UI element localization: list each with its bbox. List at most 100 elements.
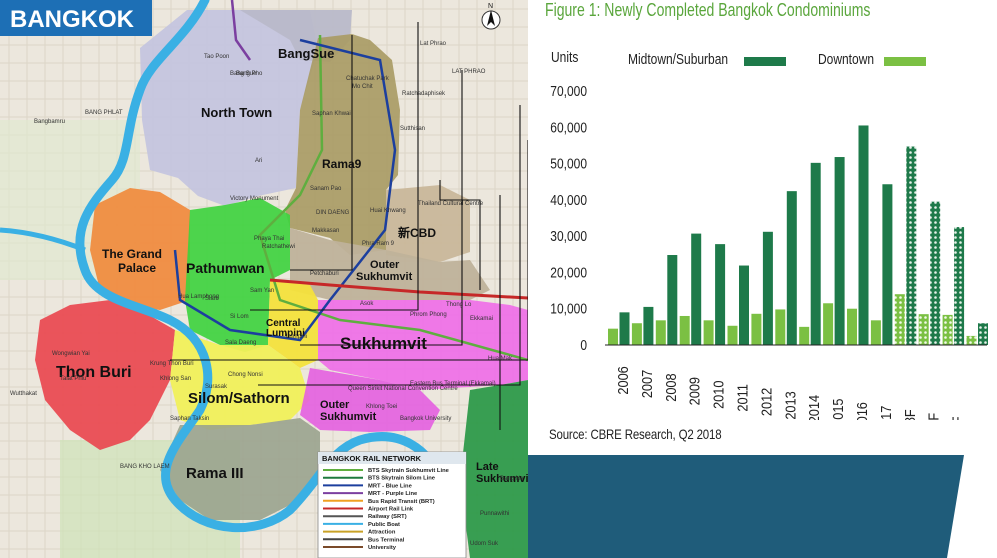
label-rama9: Rama9 xyxy=(322,157,362,171)
bangkok-district-map: BANGKOK BangSue North Town Rama9 新CBD Th… xyxy=(0,0,528,558)
map-place-label: Lumpini xyxy=(286,334,307,340)
bar-midtown-2013 xyxy=(786,191,797,345)
label-outer-sukhumvit-south-line: Outer xyxy=(320,399,350,411)
map-place-label: Krung Thon Buri xyxy=(150,361,194,367)
map-place-label: Talat Phlu xyxy=(60,376,86,382)
bar-downtown-2020F xyxy=(942,314,953,345)
y-tick-label: 30,000 xyxy=(550,228,587,245)
label-sukhumvit: Sukhumvit xyxy=(340,334,427,353)
rail-legend: BANGKOK RAIL NETWORK BTS Skytrain Sukhum… xyxy=(317,451,467,558)
label-outer-sukhumvit-north-line: Outer xyxy=(370,259,400,271)
bar-downtown-2013 xyxy=(775,309,786,345)
map-place-label: Thong Lo xyxy=(446,302,472,308)
rail-legend-item: Bus Terminal xyxy=(368,537,405,543)
map-place-label: Mo Chit xyxy=(352,84,373,90)
bar-downtown-2006 xyxy=(608,328,618,345)
bar-midtown-2007 xyxy=(643,306,654,345)
map-place-label: Sanam Pao xyxy=(310,186,342,192)
map-title: BANGKOK xyxy=(10,6,135,33)
map-place-label: Wongwian Yai xyxy=(52,351,90,357)
rail-legend-item: Airport Rail Link xyxy=(368,507,414,513)
y-tick-label: 0 xyxy=(580,337,587,354)
x-tick-label: 2008 xyxy=(662,373,679,402)
bar-midtown-2008 xyxy=(667,255,678,345)
map-place-label: Bangkok University xyxy=(400,416,451,422)
x-tick-label: 2016 xyxy=(853,402,870,420)
map-place-label: Saphan Khwai xyxy=(312,111,351,117)
bar-midtown-2016 xyxy=(858,125,869,345)
map-place-label: Petchaburi xyxy=(310,271,339,277)
map-place-label: Hua Lamphong xyxy=(178,294,219,300)
x-tick-label: 2013 xyxy=(781,391,798,420)
bar-downtown-2021F xyxy=(966,335,977,345)
bar-downtown-2015 xyxy=(823,303,834,345)
x-tick-label: 2007 xyxy=(638,370,655,399)
map-place-label: Ratchathewi xyxy=(262,244,295,250)
map-place-label: BANG KHO LAEM xyxy=(120,464,170,470)
map-place-label: DIN DAENG xyxy=(316,210,350,216)
label-grand-palace-text: The Grand xyxy=(102,247,162,261)
label-late-sukhumvit-line: Late xyxy=(476,461,499,473)
map-place-label: Eastern Bus Terminal (Ekkamai) xyxy=(410,381,496,387)
bar-downtown-2019F xyxy=(918,314,929,345)
bar-downtown-2008 xyxy=(655,320,666,345)
map-place-label: Bangbamru xyxy=(34,119,65,125)
label-outer-sukhumvit-north-line: Sukhumvit xyxy=(356,271,413,283)
x-tick-label: 2014 xyxy=(805,395,822,420)
map-place-label: LAT PHRAO xyxy=(452,69,486,75)
label-grand-palace-line2: Palace xyxy=(118,261,156,275)
bar-midtown-2015 xyxy=(834,157,845,345)
rail-legend-item: University xyxy=(368,545,397,551)
bar-midtown-2011 xyxy=(739,265,749,345)
y-tick-label: 60,000 xyxy=(550,119,587,136)
bar-midtown-2020F xyxy=(954,227,965,345)
bar-downtown-2007 xyxy=(631,323,642,345)
map-place-label: Ekkamai xyxy=(470,316,493,322)
map-place-label: Thailand Cultural Centre xyxy=(418,201,484,207)
bar-midtown-2018F xyxy=(906,146,917,345)
map-place-label: Makkasan xyxy=(312,228,339,234)
x-tick-label: 2018F xyxy=(901,409,918,420)
y-tick-label: 70,000 xyxy=(550,83,587,100)
rail-legend-item: MRT - Purple Line xyxy=(368,491,418,497)
bar-downtown-2016 xyxy=(847,308,857,345)
label-new-cbd: 新CBD xyxy=(398,225,436,240)
rail-legend-item: Railway (SRT) xyxy=(368,514,407,520)
map-place-label: Sala Daeng xyxy=(225,340,256,346)
bar-downtown-2014 xyxy=(799,326,810,345)
map-place-label: Bang Pho xyxy=(236,71,263,77)
map-place-label: Si Lom xyxy=(230,314,249,320)
map-place-label: Sam Yan xyxy=(250,288,274,294)
rail-legend-item: MRT - Blue Line xyxy=(368,483,413,489)
bar-downtown-2017 xyxy=(870,320,881,345)
map-place-label: Phrom Phong xyxy=(410,312,447,318)
map-place-label: Phaya Thai xyxy=(254,236,284,242)
north-label: N xyxy=(488,3,493,10)
y-tick-label: 20,000 xyxy=(550,264,587,281)
x-tick-label: 2009 xyxy=(686,377,703,406)
map-place-label: Tao Poon xyxy=(204,54,229,60)
label-bangsue: BangSue xyxy=(278,46,334,61)
map-place-label: Ratchadaphisek xyxy=(402,91,446,97)
x-tick-label: 2012 xyxy=(757,388,774,417)
rail-legend-title: BANGKOK RAIL NETWORK xyxy=(322,454,422,463)
label-pathumwan: Pathumwan xyxy=(186,260,265,276)
map-place-label: Asok xyxy=(360,301,374,307)
map-place-label: Phra Ram 9 xyxy=(362,241,395,247)
source-note: Source: CBRE Research, Q2 2018 xyxy=(549,426,722,442)
bar-midtown-2012 xyxy=(762,231,773,345)
map-place-label: Chatuchak Park xyxy=(346,76,390,82)
x-tick-label: 2010 xyxy=(710,380,727,409)
y-tick-label: 40,000 xyxy=(550,192,587,209)
bar-downtown-2011 xyxy=(727,325,738,345)
rail-legend-item: Bus Rapid Transit (BRT) xyxy=(368,499,435,505)
rail-legend-item: BTS Skytrain Silom Line xyxy=(368,476,436,482)
map-place-label: Lat Phrao xyxy=(420,41,447,47)
bar-chart: 0 10,000 20,000 30,000 40,000 50,000 60,000 70,… xyxy=(550,83,988,420)
map-place-label: Surasak xyxy=(205,384,228,390)
map-place-label: Wutthakat xyxy=(10,391,37,397)
map-place-label: Udom Suk xyxy=(470,541,499,547)
rail-legend-item: Attraction xyxy=(368,530,396,536)
y-tick-label: 10,000 xyxy=(550,300,587,317)
label-rama-iii: Rama III xyxy=(186,465,244,482)
